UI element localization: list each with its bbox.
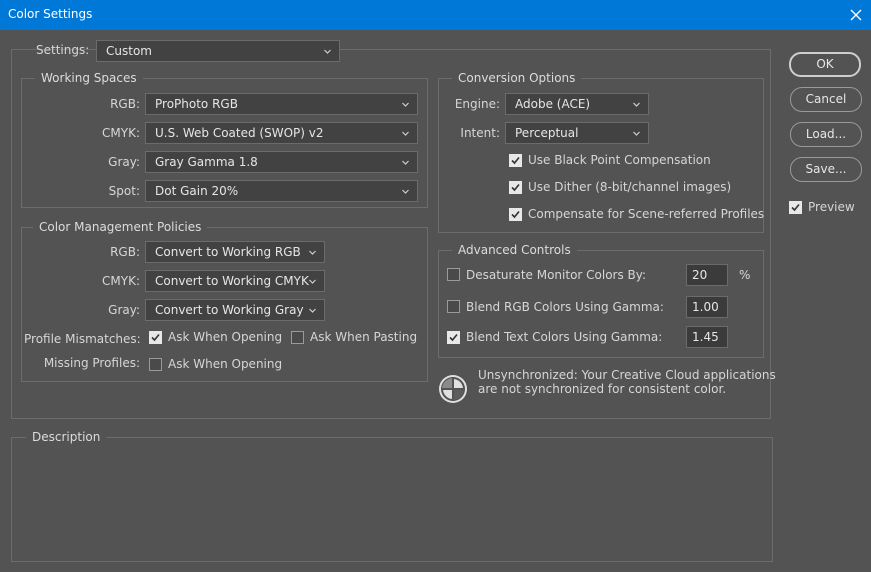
pol-cmyk-label: CMYK: — [102, 274, 140, 288]
engine-dropdown[interactable]: Adobe (ACE) — [505, 93, 649, 115]
ws-gray-dropdown[interactable]: Gray Gamma 1.8 — [145, 151, 418, 173]
chevron-down-icon — [309, 279, 316, 284]
engine-value: Adobe (ACE) — [515, 97, 591, 111]
ws-spot-dropdown[interactable]: Dot Gain 20% — [145, 180, 418, 202]
pol-gray-dropdown[interactable]: Convert to Working Gray — [145, 299, 325, 321]
pol-rgb-value: Convert to Working RGB — [155, 245, 301, 259]
ok-button[interactable]: OK — [789, 52, 861, 77]
checkmark-icon — [511, 183, 520, 192]
checkmark-icon — [791, 203, 800, 212]
ws-spot-label: Spot: — [108, 184, 140, 198]
desaturate-input[interactable]: 20 — [686, 264, 728, 286]
intent-label: Intent: — [460, 126, 500, 140]
scene-referred-label: Compensate for Scene-referred Profiles — [528, 207, 765, 221]
blend-text-label: Blend Text Colors Using Gamma: — [466, 330, 663, 344]
chevron-down-icon — [633, 131, 640, 136]
ask-when-pasting-label: Ask When Pasting — [310, 330, 418, 344]
chevron-down-icon — [402, 102, 409, 107]
blend-rgb-checkbox[interactable] — [447, 300, 460, 313]
intent-dropdown[interactable]: Perceptual — [505, 122, 649, 144]
chevron-down-icon — [402, 160, 409, 165]
use-dither-label: Use Dither (8-bit/channel images) — [528, 180, 732, 194]
title-bar: Color Settings — [0, 0, 871, 30]
chevron-down-icon — [402, 131, 409, 136]
window-title: Color Settings — [8, 7, 93, 21]
ws-gray-label: Gray: — [108, 155, 140, 169]
chevron-down-icon — [633, 102, 640, 107]
scene-referred-checkbox[interactable] — [509, 208, 522, 221]
save-button[interactable]: Save... — [790, 157, 862, 182]
desaturate-value: 20 — [692, 268, 708, 282]
pol-cmyk-dropdown[interactable]: Convert to Working CMYK — [145, 270, 325, 292]
sync-status-icon — [437, 373, 469, 405]
working-spaces-title: Working Spaces — [35, 71, 143, 85]
ws-rgb-dropdown[interactable]: ProPhoto RGB — [145, 93, 418, 115]
sync-status-line1: Unsynchronized: Your Creative Cloud appl… — [478, 368, 776, 382]
missing-profiles-label: Missing Profiles: — [43, 356, 140, 370]
ws-cmyk-label: CMYK: — [102, 126, 140, 140]
desaturate-label: Desaturate Monitor Colors By: — [466, 268, 647, 282]
blend-text-value: 1.45 — [692, 330, 719, 344]
pol-rgb-label: RGB: — [110, 245, 140, 259]
pol-cmyk-value: Convert to Working CMYK — [155, 274, 309, 288]
close-icon — [850, 9, 862, 21]
preview-label: Preview — [808, 200, 855, 214]
use-dither-checkbox[interactable] — [509, 181, 522, 194]
black-point-compensation-label: Use Black Point Compensation — [528, 153, 711, 167]
load-button[interactable]: Load... — [790, 122, 862, 147]
chevron-down-icon — [324, 49, 331, 54]
cancel-button[interactable]: Cancel — [790, 87, 862, 112]
settings-value: Custom — [106, 44, 152, 58]
black-point-compensation-checkbox[interactable] — [509, 154, 522, 167]
ws-gray-value: Gray Gamma 1.8 — [155, 155, 258, 169]
chevron-down-icon — [309, 308, 316, 313]
chevron-down-icon — [402, 189, 409, 194]
desaturate-unit: % — [739, 268, 751, 282]
policies-title: Color Management Policies — [33, 220, 208, 234]
checkmark-icon — [511, 210, 520, 219]
blend-text-checkbox[interactable] — [447, 331, 460, 344]
description-text — [20, 452, 764, 552]
checkmark-icon — [511, 156, 520, 165]
intent-value: Perceptual — [515, 126, 579, 140]
preview-checkbox[interactable] — [789, 201, 802, 214]
ws-cmyk-value: U.S. Web Coated (SWOP) v2 — [155, 126, 324, 140]
description-title: Description — [26, 430, 107, 444]
engine-label: Engine: — [454, 97, 500, 111]
settings-label: Settings: — [36, 43, 90, 57]
checkmark-icon — [151, 333, 160, 342]
desaturate-checkbox[interactable] — [447, 268, 460, 281]
ws-spot-value: Dot Gain 20% — [155, 184, 239, 198]
blend-text-input[interactable]: 1.45 — [686, 326, 728, 348]
ask-when-opening-missing-checkbox[interactable] — [149, 358, 162, 371]
blend-rgb-input[interactable]: 1.00 — [686, 296, 728, 318]
blend-rgb-label: Blend RGB Colors Using Gamma: — [466, 300, 664, 314]
ask-when-pasting-checkbox[interactable] — [291, 331, 304, 344]
blend-rgb-value: 1.00 — [692, 300, 719, 314]
ws-cmyk-dropdown[interactable]: U.S. Web Coated (SWOP) v2 — [145, 122, 418, 144]
close-button[interactable] — [841, 0, 871, 30]
ws-rgb-value: ProPhoto RGB — [155, 97, 238, 111]
pol-gray-label: Gray: — [108, 303, 140, 317]
chevron-down-icon — [309, 250, 316, 255]
ask-when-opening-missing-label: Ask When Opening — [168, 357, 283, 371]
checkmark-icon — [449, 333, 458, 342]
ask-when-opening-mismatch-label: Ask When Opening — [168, 330, 283, 344]
pol-rgb-dropdown[interactable]: Convert to Working RGB — [145, 241, 325, 263]
ws-rgb-label: RGB: — [110, 97, 140, 111]
profile-mismatches-label: Profile Mismatches: — [24, 332, 141, 346]
pol-gray-value: Convert to Working Gray — [155, 303, 304, 317]
sync-status-line2: are not synchronized for consistent colo… — [478, 382, 727, 396]
settings-dropdown[interactable]: Custom — [96, 40, 340, 62]
conversion-options-title: Conversion Options — [452, 71, 582, 85]
ask-when-opening-mismatch-checkbox[interactable] — [149, 331, 162, 344]
advanced-controls-title: Advanced Controls — [452, 243, 577, 257]
